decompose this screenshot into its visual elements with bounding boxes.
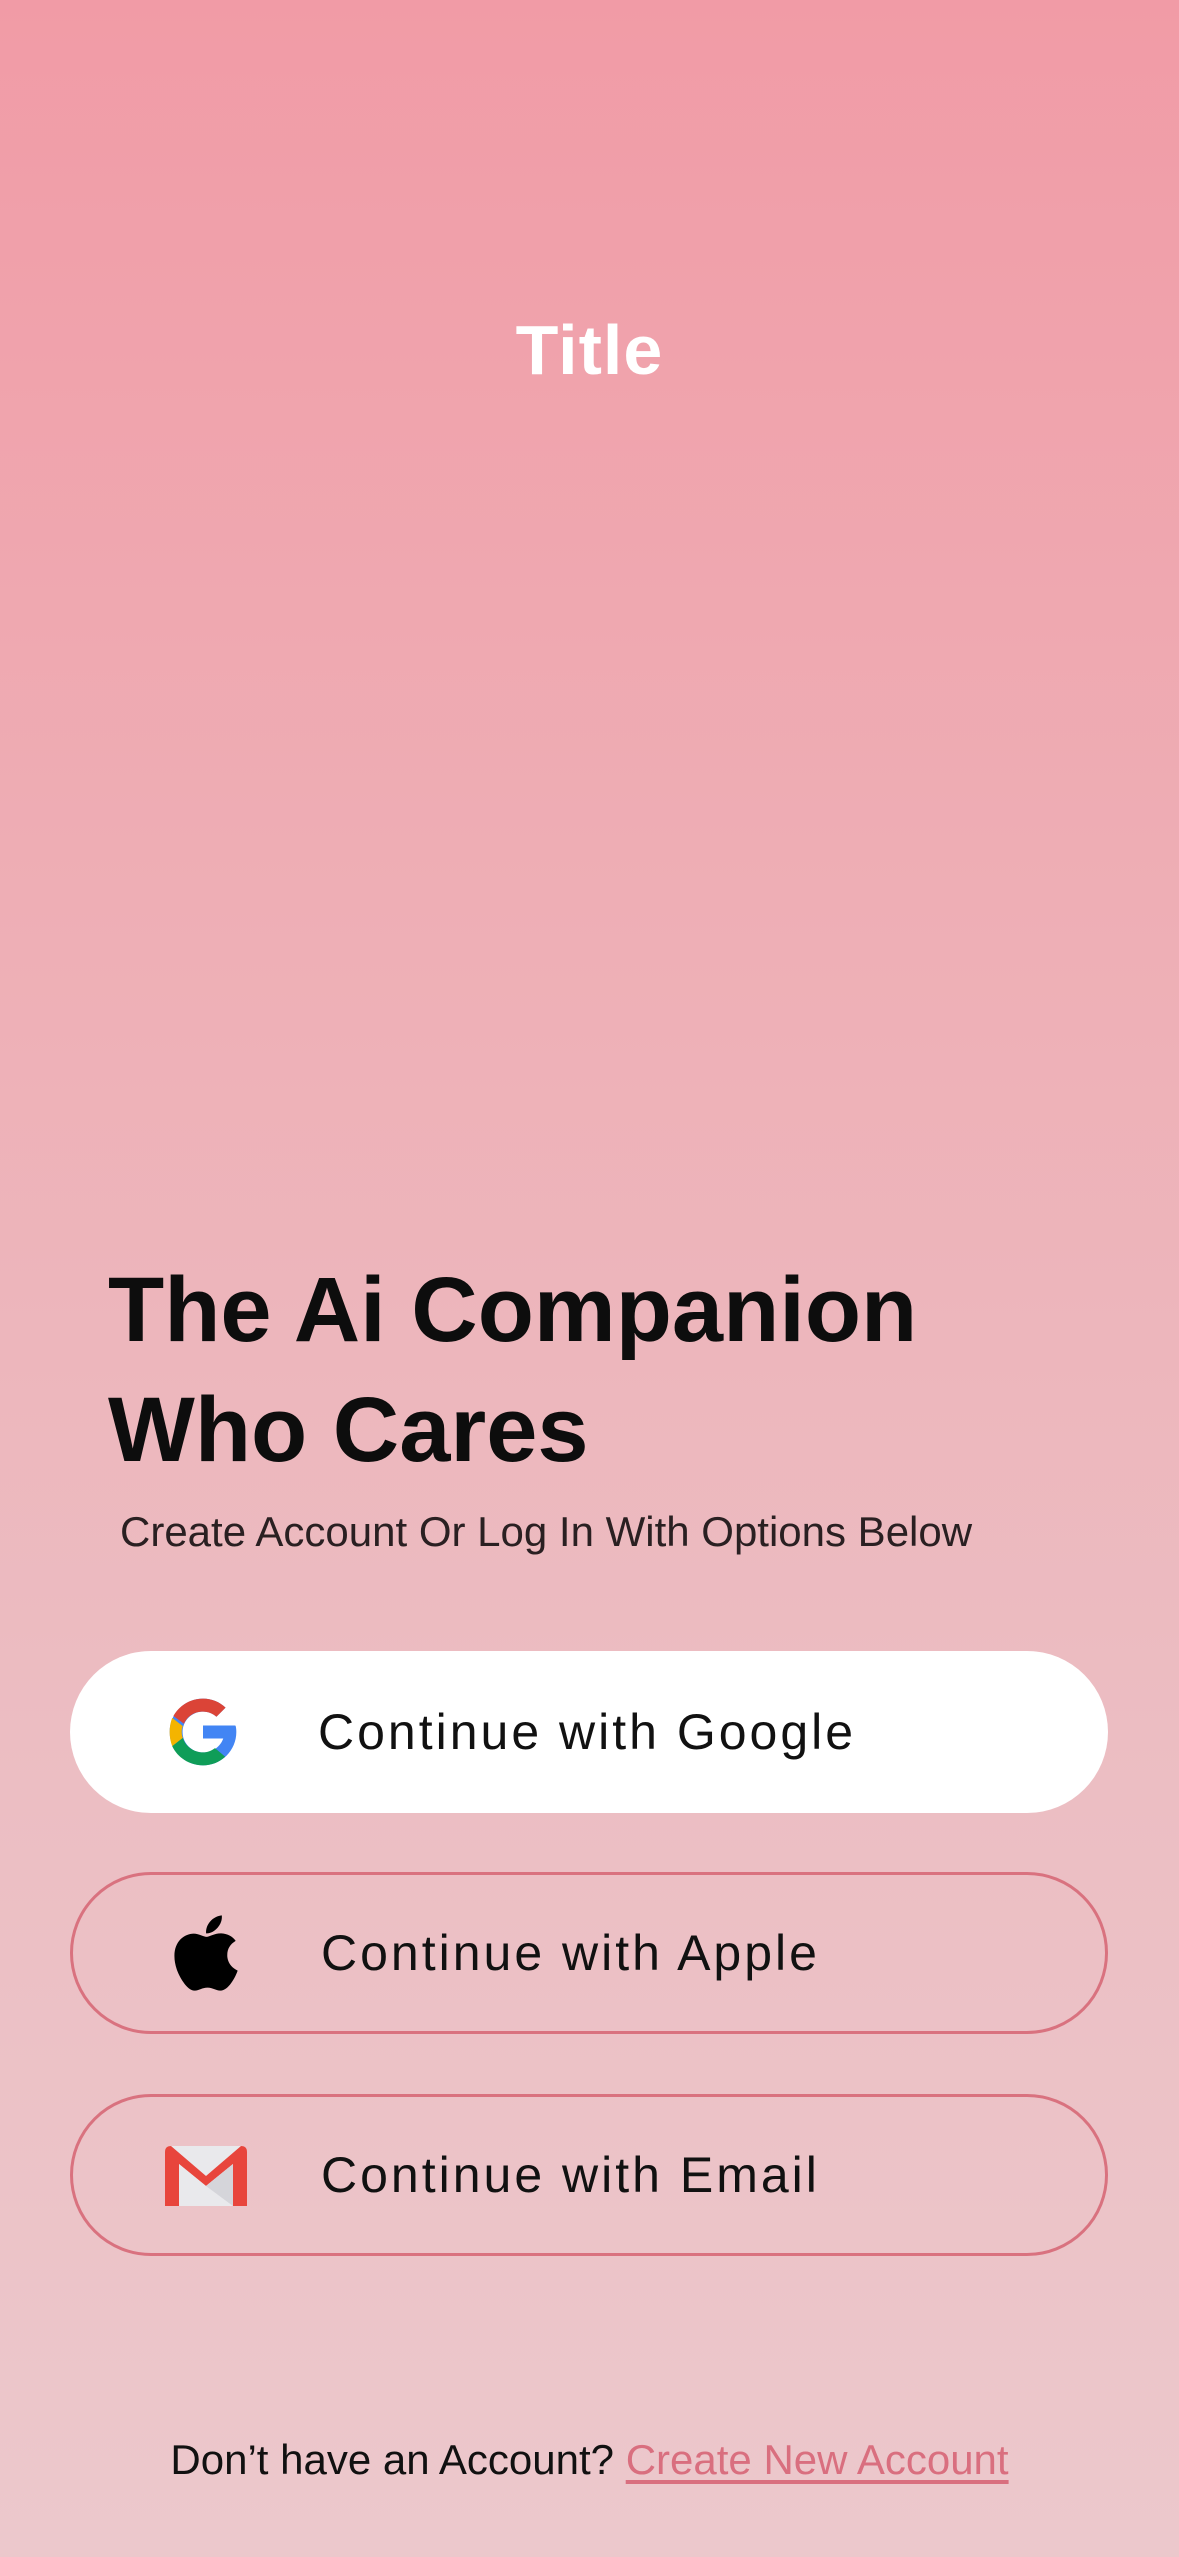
gmail-icon — [163, 2132, 249, 2218]
page-title: Title — [515, 311, 664, 389]
apple-icon — [163, 1910, 249, 1996]
continue-with-apple-label: Continue with Apple — [321, 1925, 820, 1981]
continue-with-google-label: Continue with Google — [318, 1704, 857, 1760]
continue-with-email-button[interactable]: Continue with Email — [70, 2094, 1108, 2256]
google-icon — [160, 1689, 246, 1775]
footer: Don’t have an Account? Create New Accoun… — [0, 2436, 1179, 2484]
continue-with-apple-button[interactable]: Continue with Apple — [70, 1872, 1108, 2034]
footer-prompt: Don’t have an Account? — [170, 2436, 615, 2483]
continue-with-google-button[interactable]: Continue with Google — [70, 1651, 1108, 1813]
hero-headline-line-2: Who Cares — [108, 1379, 589, 1481]
create-new-account-link[interactable]: Create New Account — [626, 2436, 1009, 2483]
hero-headline: The Ai Companion Who Cares — [108, 1250, 1108, 1490]
hero-subheadline: Create Account Or Log In With Options Be… — [120, 1508, 973, 1555]
hero-headline-line-1: The Ai Companion — [108, 1259, 918, 1361]
continue-with-email-label: Continue with Email — [321, 2147, 820, 2203]
login-screen: Title The Ai Companion Who Cares Create … — [0, 0, 1179, 2557]
